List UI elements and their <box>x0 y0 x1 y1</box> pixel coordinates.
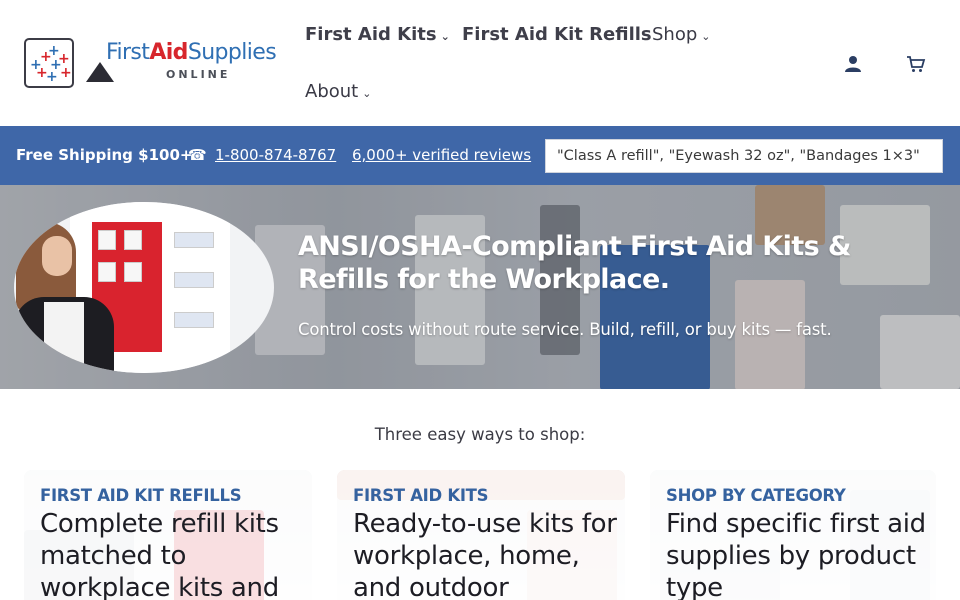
phone-link[interactable]: 1-800-874-8767 <box>215 146 336 164</box>
card-title: Find specific first aid supplies by prod… <box>666 509 926 600</box>
card-kit-refills[interactable]: FIRST AID KIT REFILLS Complete refill ki… <box>24 470 312 600</box>
hero-banner: ANSI/OSHA-Compliant First Aid Kits & Ref… <box>0 185 960 389</box>
logo-wordmark: FirstAidSupplies <box>106 40 277 65</box>
hero-photo <box>14 202 274 373</box>
person-face <box>42 236 72 276</box>
search-box[interactable] <box>545 139 943 173</box>
logo-subtitle: ONLINE <box>166 68 231 81</box>
cabinet-item <box>174 272 214 288</box>
cart-icon[interactable] <box>906 54 926 74</box>
logo-triangle <box>86 62 114 82</box>
card-title: Ready-to-use kits for workplace, home, a… <box>353 509 617 600</box>
nav-about[interactable]: About ⌄ <box>305 81 371 102</box>
nav-first-aid-kit-refills[interactable]: First Aid Kit Refills <box>462 24 652 45</box>
card-eyebrow: FIRST AID KIT REFILLS <box>40 486 242 505</box>
site-logo[interactable]: + + + + + + + + FirstAidSupplies ONLINE <box>24 36 284 90</box>
promo-bar: Free Shipping $100+ ☎ 1-800-874-8767 6,0… <box>0 126 960 185</box>
hero-title: ANSI/OSHA-Compliant First Aid Kits & Ref… <box>298 231 851 295</box>
nav-shop[interactable]: Shop ⌄ <box>652 24 711 45</box>
card-first-aid-kits[interactable]: FIRST AID KITS Ready-to-use kits for wor… <box>337 470 625 600</box>
site-header: + + + + + + + + FirstAidSupplies ONLINE … <box>0 0 960 126</box>
cabinet-item <box>124 230 142 250</box>
nav-first-aid-kits[interactable]: First Aid Kits ⌄ <box>305 24 450 45</box>
cabinet-item <box>174 232 214 248</box>
free-shipping-text: Free Shipping $100+ <box>16 146 193 164</box>
search-input[interactable] <box>557 148 927 164</box>
cabinet-item <box>98 262 116 282</box>
cabinet-item <box>124 262 142 282</box>
card-eyebrow: FIRST AID KITS <box>353 486 489 505</box>
cabinet-item <box>174 312 214 328</box>
ways-heading: Three easy ways to shop: <box>374 425 586 444</box>
card-shop-by-category[interactable]: SHOP BY CATEGORY Find specific first aid… <box>650 470 936 600</box>
reviews-link[interactable]: 6,000+ verified reviews <box>352 146 531 164</box>
cabinet-item <box>98 230 116 250</box>
chevron-down-icon: ⌄ <box>362 87 372 100</box>
card-title: Complete refill kits matched to workplac… <box>40 509 279 600</box>
chevron-down-icon: ⌄ <box>440 30 450 43</box>
phone-icon: ☎ <box>188 146 207 164</box>
card-eyebrow: SHOP BY CATEGORY <box>666 486 846 505</box>
chevron-down-icon: ⌄ <box>701 30 711 43</box>
hero-subtitle: Control costs without route service. Bui… <box>298 320 832 339</box>
user-icon[interactable] <box>843 54 863 74</box>
person-shirt <box>44 302 84 373</box>
logo-mark: + + + + + + + + <box>24 38 74 88</box>
